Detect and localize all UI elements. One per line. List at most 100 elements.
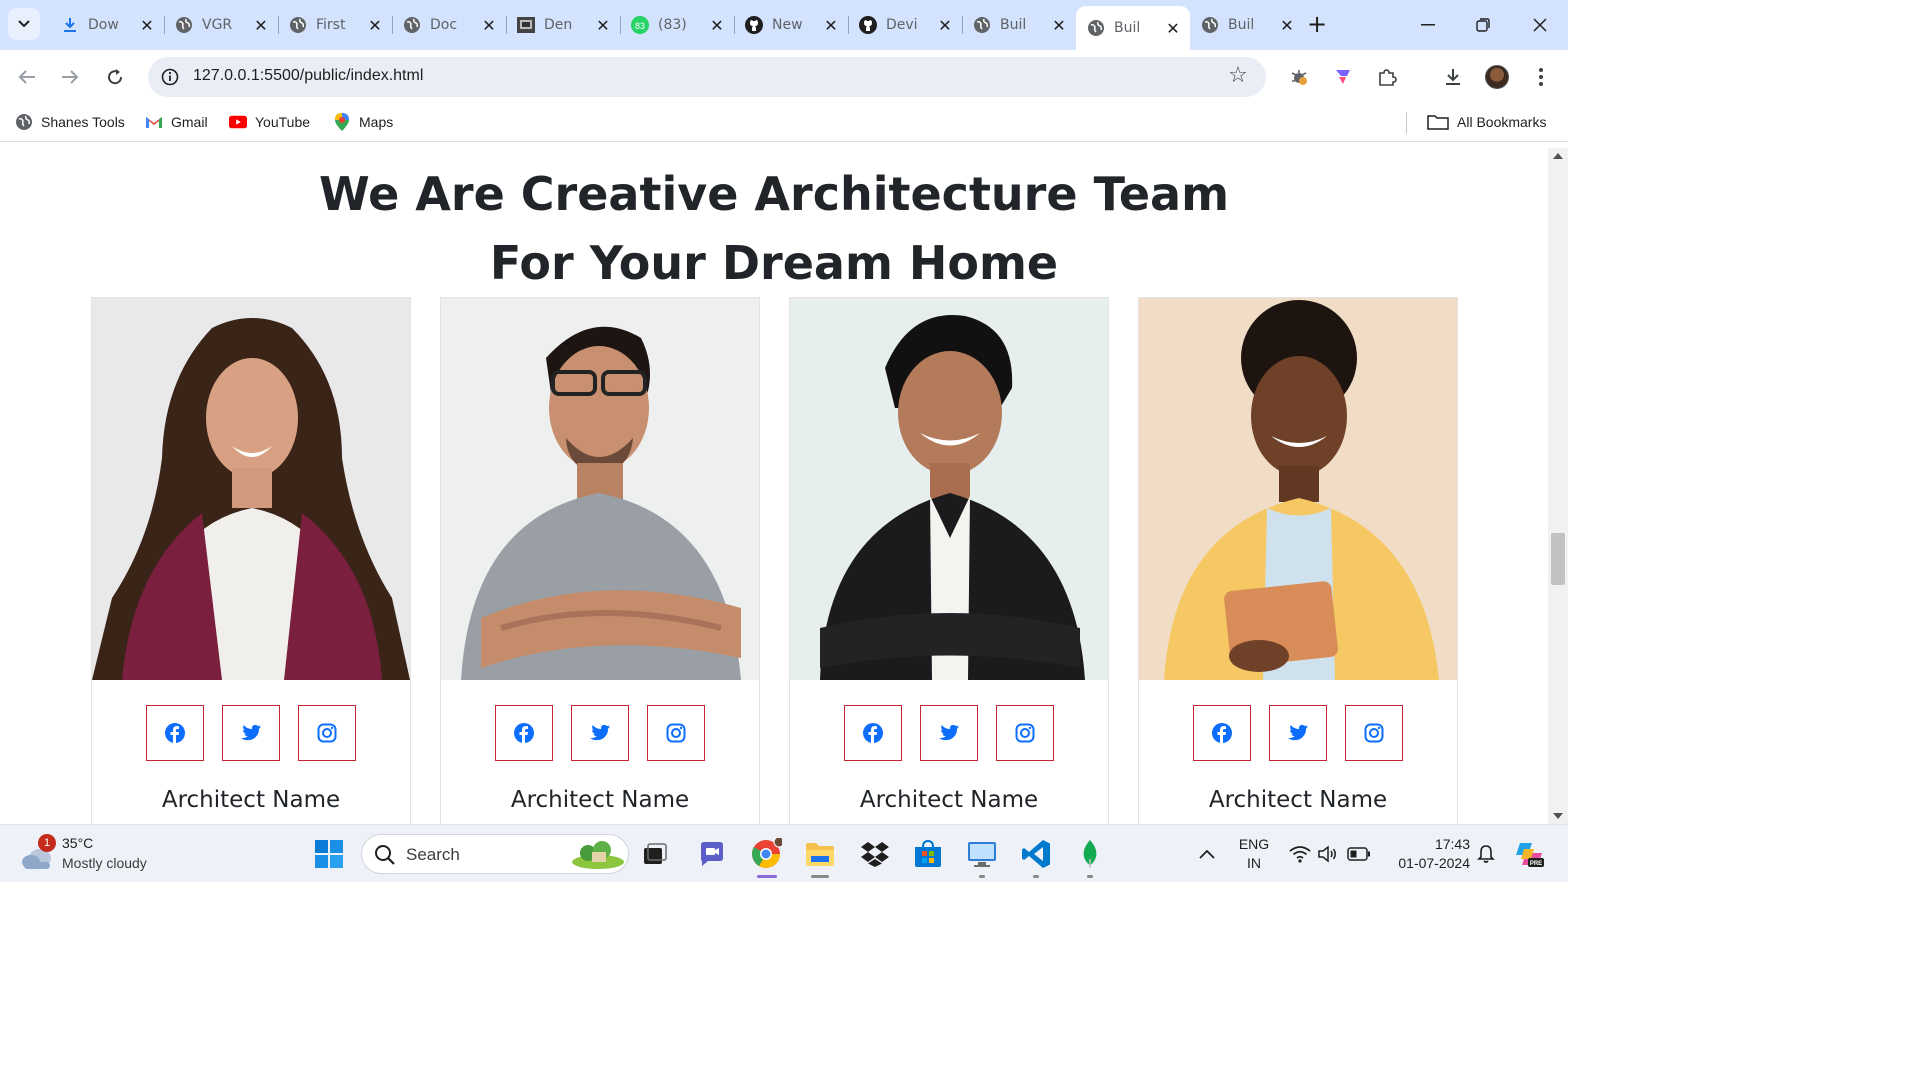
instagram-button[interactable]: [996, 705, 1054, 761]
site-info-icon[interactable]: [158, 65, 182, 89]
extension-colored-icon[interactable]: [1329, 63, 1357, 91]
battery-status[interactable]: [1345, 835, 1373, 873]
task-view-button[interactable]: [636, 835, 674, 873]
url-text[interactable]: 127.0.0.1:5500/public/index.html: [193, 67, 423, 85]
speaker-icon: [1318, 845, 1336, 863]
tab-github-devi[interactable]: Devi ✕: [848, 6, 963, 44]
facebook-button[interactable]: [495, 705, 553, 761]
chrome-button[interactable]: [747, 835, 785, 873]
bookmark-star-icon[interactable]: ☆: [1226, 65, 1250, 89]
download-icon[interactable]: [1439, 63, 1467, 91]
tab-whatsapp[interactable]: 83 (83) ✕: [620, 6, 735, 44]
forward-button[interactable]: [55, 62, 85, 92]
clock[interactable]: 17:43 01-07-2024: [1386, 835, 1470, 873]
twitter-button[interactable]: [920, 705, 978, 761]
address-bar[interactable]: 127.0.0.1:5500/public/index.html ☆: [148, 57, 1266, 97]
twitter-button[interactable]: [571, 705, 629, 761]
tab-build-1[interactable]: Buil ✕: [962, 6, 1076, 44]
tab-doc[interactable]: Doc ✕: [392, 6, 507, 44]
show-hidden-icons-button[interactable]: [1189, 835, 1225, 873]
close-icon[interactable]: ✕: [138, 16, 156, 35]
instagram-button[interactable]: [298, 705, 356, 761]
close-window-button[interactable]: [1520, 10, 1560, 40]
close-icon[interactable]: ✕: [366, 16, 384, 35]
extensions-puzzle-icon[interactable]: [1373, 63, 1401, 91]
chrome-icon: [752, 838, 782, 868]
bookmark-gmail[interactable]: Gmail: [145, 113, 208, 131]
page-scrollbar[interactable]: [1548, 148, 1568, 824]
close-icon[interactable]: ✕: [1050, 16, 1068, 35]
scroll-up-arrow-icon[interactable]: [1553, 153, 1563, 159]
restore-button[interactable]: [1463, 10, 1503, 40]
tab-build-active[interactable]: Buil ✕: [1076, 6, 1190, 50]
weather-condition: Mostly cloudy: [62, 855, 147, 871]
bookmark-youtube[interactable]: YouTube: [229, 113, 310, 131]
instagram-button[interactable]: [647, 705, 705, 761]
facebook-button[interactable]: [1193, 705, 1251, 761]
extension-bug-icon[interactable]: [1285, 63, 1313, 91]
new-tab-button[interactable]: +: [1304, 12, 1330, 38]
youtube-icon: [229, 113, 247, 131]
tab-first[interactable]: First ✕: [278, 6, 393, 44]
language-indicator[interactable]: ENG IN: [1232, 835, 1276, 873]
profile-avatar[interactable]: [1485, 65, 1509, 89]
instagram-button[interactable]: [1345, 705, 1403, 761]
dropbox-button[interactable]: [856, 835, 894, 873]
close-icon[interactable]: ✕: [1164, 19, 1182, 38]
mongodb-leaf-icon: [1083, 840, 1097, 868]
volume-status[interactable]: [1315, 835, 1341, 873]
close-icon[interactable]: ✕: [936, 16, 954, 35]
wifi-status[interactable]: [1287, 835, 1313, 873]
twitter-button[interactable]: [1269, 705, 1327, 761]
close-icon[interactable]: ✕: [1278, 16, 1296, 35]
close-icon[interactable]: ✕: [708, 16, 726, 35]
architect-name: Architect Name: [1208, 787, 1388, 813]
chat-video-icon: [701, 842, 723, 866]
vscode-icon: [1022, 840, 1050, 868]
tab-github-new[interactable]: New ✕: [734, 6, 849, 44]
page-viewport: We Are Creative Architecture Team For Yo…: [0, 148, 1548, 824]
bookmark-maps[interactable]: Maps: [333, 113, 393, 131]
task-view-icon: [644, 843, 667, 864]
reload-button[interactable]: [100, 62, 130, 92]
chat-app-button[interactable]: [693, 835, 731, 873]
close-icon[interactable]: ✕: [480, 16, 498, 35]
weather-widget[interactable]: 1 35°C Mostly cloudy: [20, 833, 147, 873]
microsoft-store-button[interactable]: [909, 835, 947, 873]
gmail-icon: [145, 113, 163, 131]
back-button[interactable]: [12, 62, 42, 92]
more-menu-icon[interactable]: [1527, 63, 1555, 91]
team-card: Architect Name: [440, 297, 760, 824]
remote-desktop-button[interactable]: [963, 835, 1001, 873]
taskbar-search[interactable]: Search: [361, 834, 629, 874]
copilot-button[interactable]: PRE: [1510, 835, 1548, 873]
close-icon[interactable]: ✕: [594, 16, 612, 35]
minimize-button[interactable]: [1408, 10, 1448, 40]
scroll-thumb[interactable]: [1551, 533, 1565, 585]
facebook-button[interactable]: [844, 705, 902, 761]
scroll-down-arrow-icon[interactable]: [1553, 813, 1563, 819]
close-icon[interactable]: ✕: [822, 16, 840, 35]
tab-build-3[interactable]: Buil ✕: [1190, 6, 1304, 44]
copilot-icon: PRE: [1516, 843, 1544, 867]
file-explorer-button[interactable]: [801, 835, 839, 873]
tab-downloads[interactable]: Dow ✕: [50, 6, 165, 44]
team-card: Architect Name: [789, 297, 1109, 824]
tab-search-button[interactable]: [8, 8, 40, 40]
team-card: Architect Name: [1138, 297, 1458, 824]
notifications-button[interactable]: [1472, 835, 1500, 873]
language-region: IN: [1247, 855, 1261, 871]
tab-den[interactable]: Den ✕: [506, 6, 621, 44]
twitter-button[interactable]: [222, 705, 280, 761]
weather-temperature: 35°C: [62, 835, 94, 851]
bookmark-shanes-tools[interactable]: Shanes Tools: [15, 113, 125, 131]
start-button[interactable]: [310, 835, 348, 873]
social-links: [790, 705, 1108, 761]
tab-vgr[interactable]: VGR ✕: [164, 6, 279, 44]
all-bookmarks-button[interactable]: All Bookmarks: [1427, 113, 1546, 131]
facebook-button[interactable]: [146, 705, 204, 761]
mongodb-compass-button[interactable]: [1071, 835, 1109, 873]
architect-photo: [92, 298, 410, 680]
close-icon[interactable]: ✕: [252, 16, 270, 35]
vscode-button[interactable]: [1017, 835, 1055, 873]
